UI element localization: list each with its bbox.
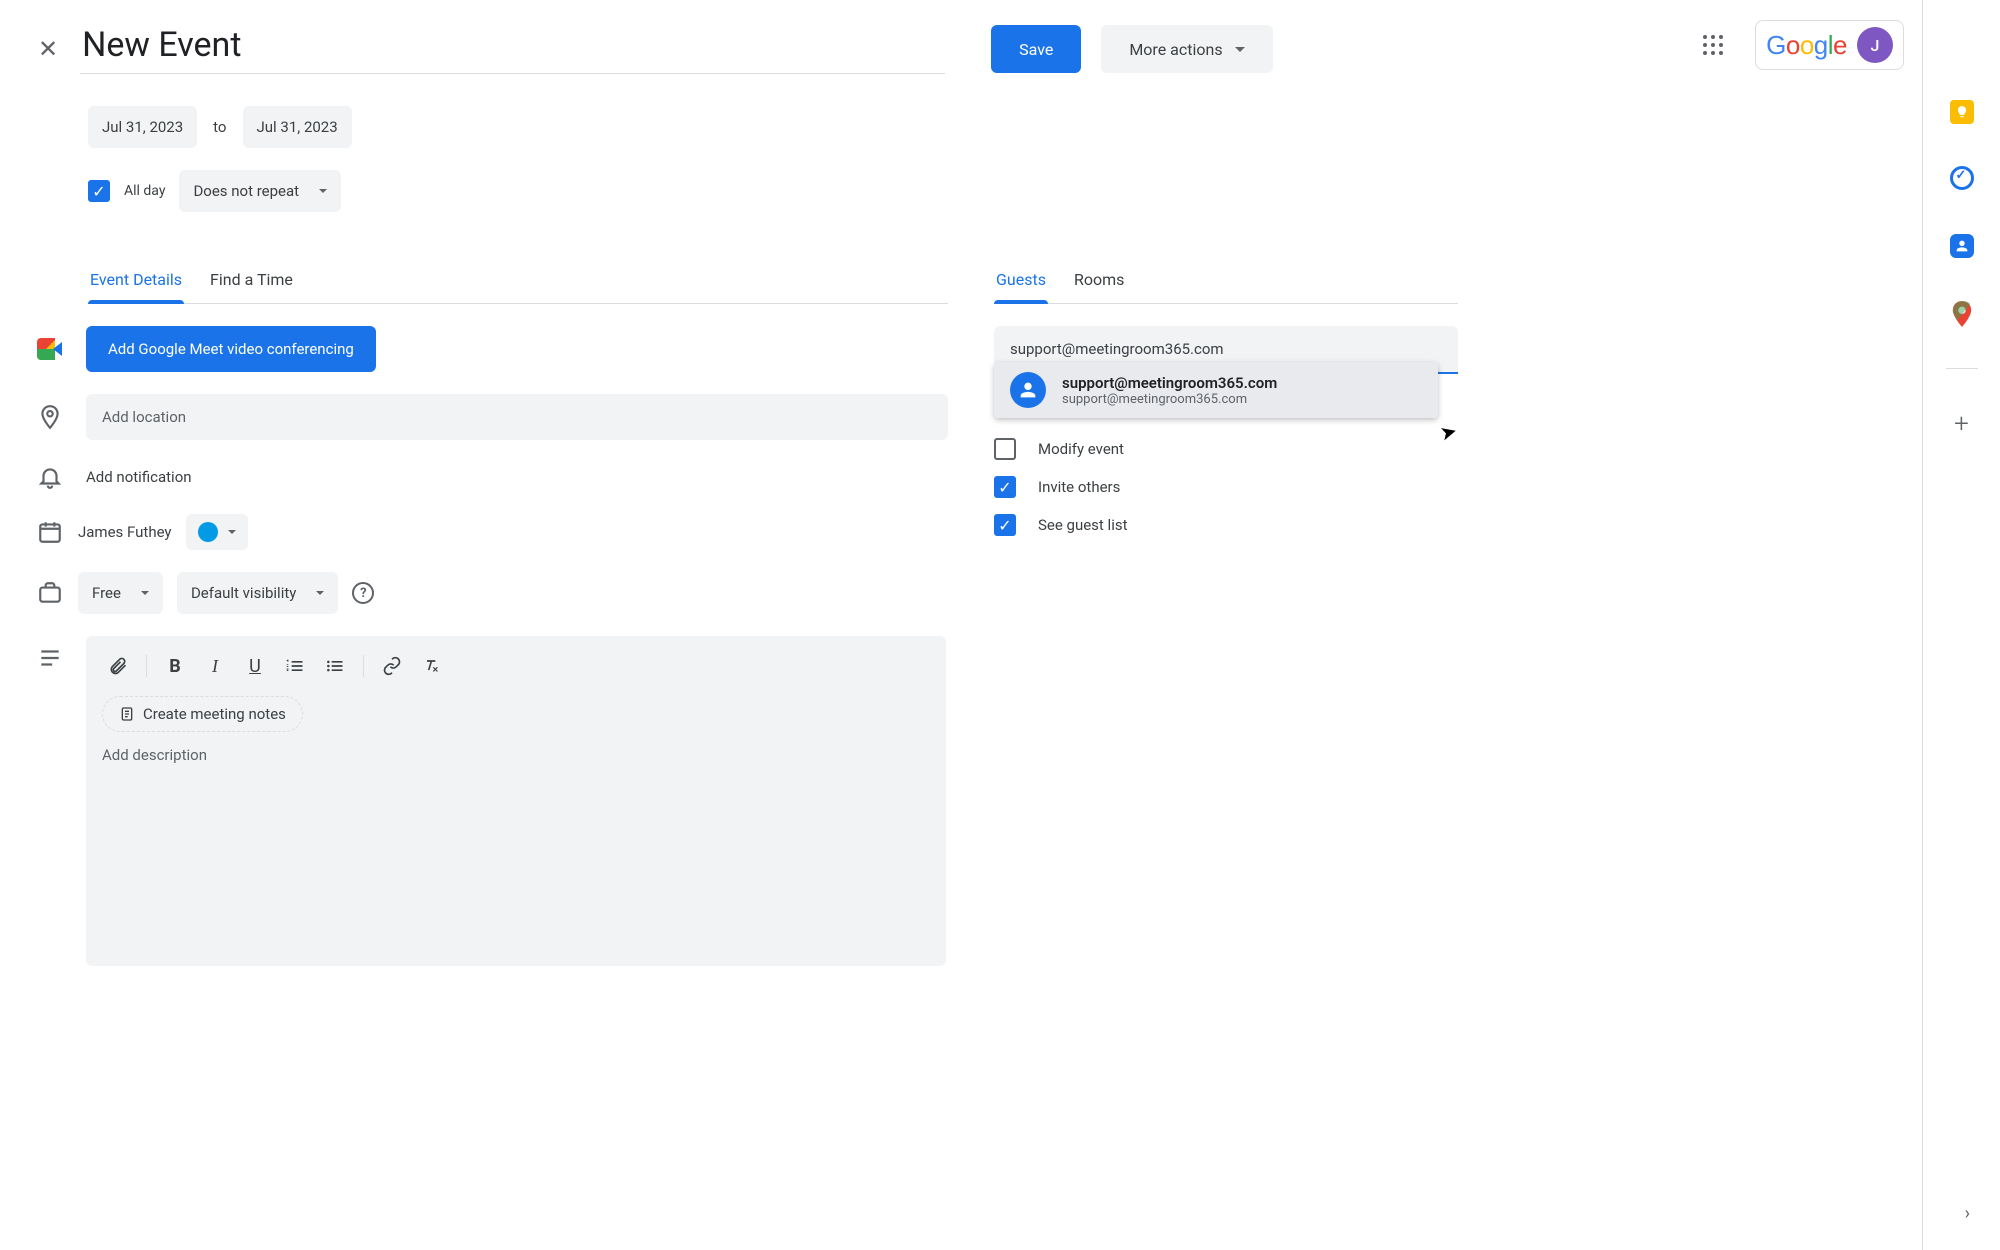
see-guest-list-checkbox[interactable]: ✓ — [994, 514, 1016, 536]
person-icon — [1010, 372, 1046, 408]
google-logo: Google — [1766, 30, 1847, 61]
underline-icon[interactable]: U — [239, 650, 271, 682]
numbered-list-icon[interactable] — [279, 650, 311, 682]
chevron-down-icon — [1235, 47, 1245, 52]
link-icon[interactable] — [376, 650, 408, 682]
end-date-chip[interactable]: Jul 31, 2023 — [243, 106, 352, 148]
start-date-chip[interactable]: Jul 31, 2023 — [88, 106, 197, 148]
description-placeholder: Add description — [102, 746, 930, 764]
editor-toolbar: B I U — [102, 650, 930, 682]
all-day-label: All day — [124, 183, 165, 199]
contacts-icon[interactable] — [1948, 232, 1976, 260]
availability-label: Free — [92, 584, 121, 602]
tab-event-details[interactable]: Event Details — [88, 262, 184, 303]
tasks-icon[interactable] — [1948, 164, 1976, 192]
description-editor[interactable]: B I U Create meeting notes Add descripti… — [86, 636, 946, 966]
attachment-icon[interactable] — [102, 650, 134, 682]
invite-others-checkbox[interactable]: ✓ — [994, 476, 1016, 498]
availability-dropdown[interactable]: Free — [78, 572, 163, 614]
invite-others-label: Invite others — [1038, 478, 1120, 496]
google-apps-icon[interactable] — [1703, 35, 1723, 55]
maps-icon[interactable] — [1948, 300, 1976, 328]
header: ✕ Save More actions — [0, 0, 2000, 74]
tab-find-a-time[interactable]: Find a Time — [208, 262, 295, 303]
autocomplete-suggestion[interactable]: support@meetingroom365.com support@meeti… — [994, 362, 1438, 418]
color-dot-icon — [198, 522, 218, 542]
create-meeting-notes-button[interactable]: Create meeting notes — [102, 696, 303, 732]
autocomplete-primary: support@meetingroom365.com — [1062, 374, 1277, 392]
see-guest-list-label: See guest list — [1038, 516, 1128, 534]
notification-icon — [36, 463, 64, 491]
chevron-down-icon — [141, 591, 149, 595]
add-addon-icon[interactable]: + — [1954, 409, 1969, 439]
visibility-dropdown[interactable]: Default visibility — [177, 572, 338, 614]
bold-icon[interactable]: B — [159, 650, 191, 682]
briefcase-icon — [36, 579, 64, 607]
more-actions-label: More actions — [1129, 40, 1222, 59]
modify-event-checkbox[interactable]: ✓ — [994, 438, 1016, 460]
avatar[interactable]: J — [1857, 27, 1893, 63]
description-icon — [36, 644, 64, 672]
google-account-box[interactable]: Google J — [1755, 20, 1904, 70]
keep-icon[interactable] — [1950, 100, 1974, 124]
autocomplete-secondary: support@meetingroom365.com — [1062, 392, 1277, 407]
close-icon[interactable]: ✕ — [30, 27, 66, 71]
event-title-input[interactable] — [80, 24, 945, 74]
tab-rooms[interactable]: Rooms — [1072, 262, 1126, 303]
visibility-help-icon[interactable]: ? — [352, 582, 374, 604]
side-panel-toggle[interactable]: › — [1965, 1203, 1970, 1224]
modify-event-label: Modify event — [1038, 440, 1124, 458]
organizer-name: James Futhey — [78, 523, 172, 541]
calendar-color-dropdown[interactable] — [186, 514, 248, 550]
recurrence-label: Does not repeat — [193, 182, 299, 200]
more-actions-button[interactable]: More actions — [1101, 25, 1272, 73]
side-panel: + › — [1922, 0, 2000, 1250]
meet-icon — [36, 335, 64, 363]
meeting-notes-label: Create meeting notes — [143, 705, 286, 723]
visibility-label: Default visibility — [191, 584, 296, 602]
location-input[interactable] — [86, 394, 948, 440]
tab-guests[interactable]: Guests — [994, 262, 1048, 303]
recurrence-dropdown[interactable]: Does not repeat — [179, 170, 341, 212]
location-icon — [36, 403, 64, 431]
chevron-down-icon — [316, 591, 324, 595]
bulleted-list-icon[interactable] — [319, 650, 351, 682]
italic-icon[interactable]: I — [199, 650, 231, 682]
document-icon — [119, 706, 135, 722]
calendar-icon — [36, 518, 64, 546]
add-notification-button[interactable]: Add notification — [86, 462, 192, 492]
account-area: Google J — [1703, 20, 1904, 70]
to-label: to — [213, 118, 226, 136]
guests-autocomplete: support@meetingroom365.com support@meeti… — [994, 362, 1438, 418]
chevron-down-icon — [319, 189, 327, 193]
add-video-conferencing-button[interactable]: Add Google Meet video conferencing — [86, 326, 376, 372]
clear-formatting-icon[interactable] — [416, 650, 448, 682]
save-button[interactable]: Save — [991, 25, 1081, 73]
chevron-down-icon — [228, 530, 236, 534]
all-day-checkbox[interactable]: ✓ — [88, 180, 110, 202]
